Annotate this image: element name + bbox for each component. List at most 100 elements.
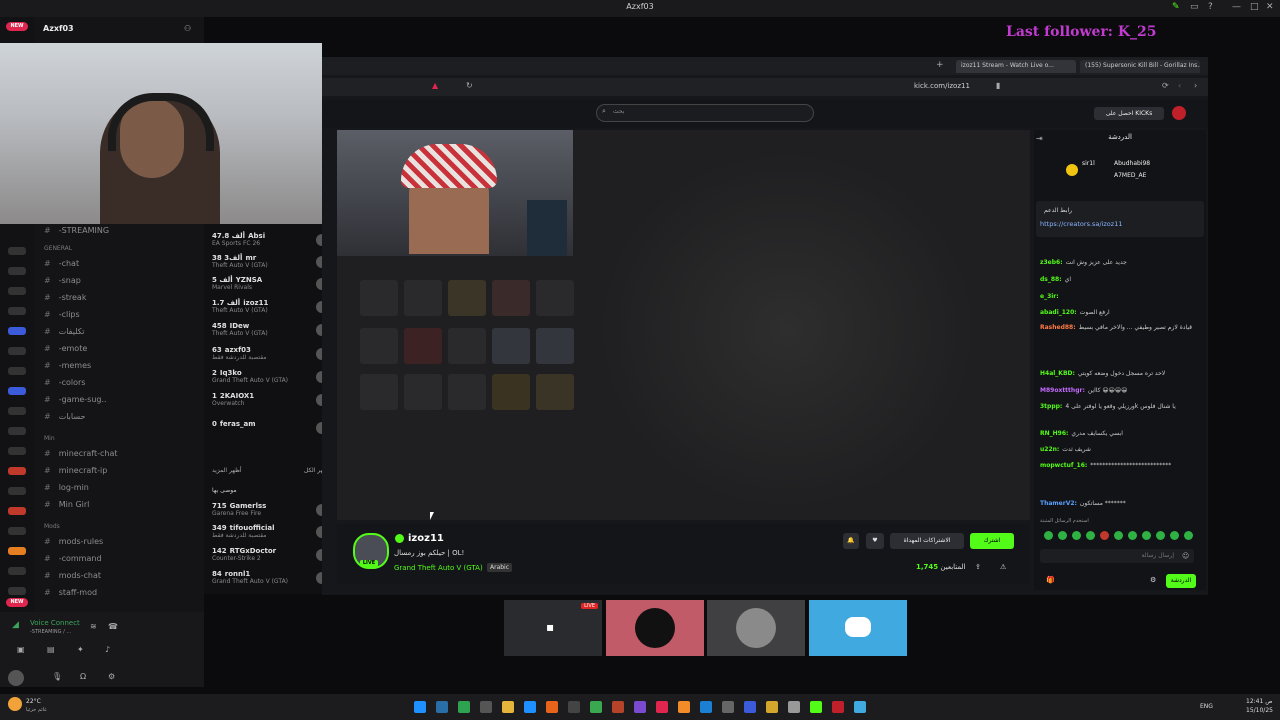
headphones-icon[interactable]: Ω — [80, 672, 86, 681]
channel-item[interactable]: # minecraft-ip — [44, 466, 107, 475]
channel-item[interactable]: # -game-sug.. — [44, 395, 107, 404]
channel-item[interactable]: # Min Girl — [44, 500, 89, 509]
taskbar-app-icon[interactable] — [656, 701, 668, 713]
app-tile-red[interactable] — [606, 600, 704, 656]
emote-icon[interactable] — [1086, 531, 1095, 540]
search-input[interactable]: بحث — [596, 104, 814, 122]
channel-item[interactable]: # log-min — [44, 483, 89, 492]
chat-username[interactable]: abadi_120: — [1040, 309, 1077, 316]
channel-item[interactable]: # -STREAMING — [44, 226, 109, 235]
pinned-link[interactable]: https://creators.sa/izoz11 — [1040, 220, 1122, 228]
new-tab-icon[interactable]: + — [936, 60, 944, 70]
mic-icon[interactable]: 🎙 — [52, 672, 62, 681]
channel-item[interactable]: # -command — [44, 554, 102, 563]
server-icon[interactable] — [8, 487, 26, 495]
taskbar-app-icon[interactable] — [744, 701, 756, 713]
taskbar-app-icon[interactable] — [480, 701, 492, 713]
profile-avatar[interactable] — [1172, 106, 1186, 120]
activities-icon[interactable]: ✦ — [77, 645, 84, 654]
report-icon[interactable]: ⚠ — [1000, 563, 1006, 571]
chat-message[interactable]: e_3ir: — [1040, 293, 1062, 300]
taskbar-app-icon[interactable] — [722, 701, 734, 713]
soundboard-icon[interactable]: ♪ — [105, 645, 110, 654]
taskbar-app-icon[interactable] — [458, 701, 470, 713]
chat-username[interactable]: RN_H96: — [1040, 430, 1068, 437]
chat-message[interactable]: abadi_120: ارفع الصوت — [1040, 309, 1110, 316]
server-icon[interactable] — [8, 547, 26, 555]
following-item[interactable]: 84 ronnl1 Grand Theft Auto V (GTA) — [212, 570, 332, 590]
channel-item[interactable]: # تكليفات — [44, 327, 84, 336]
language-indicator[interactable]: ENG — [1200, 703, 1213, 710]
emote-icon[interactable] — [1170, 531, 1179, 540]
following-item[interactable]: 1.7 ألف izoz11 Theft Auto V (GTA) — [212, 299, 332, 319]
server-icon[interactable] — [8, 447, 26, 455]
camera-icon[interactable]: ▣ — [17, 645, 25, 654]
taskbar-app-icon[interactable] — [832, 701, 844, 713]
chat-username[interactable]: M89oxttthgr: — [1040, 387, 1085, 394]
emote-icon[interactable] — [1072, 531, 1081, 540]
chat-message[interactable]: ThamerV2: مساتكون ******* — [1040, 500, 1126, 507]
channel-item[interactable]: # mods-rules — [44, 537, 103, 546]
server-icon[interactable] — [8, 307, 26, 315]
chat-message[interactable]: RN_H96: ابسي يكسايف مدري — [1040, 430, 1123, 437]
following-item[interactable]: 0 feras_am — [212, 420, 332, 440]
heart-follow-icon[interactable]: ♥ — [866, 533, 884, 549]
app-tile-stream-preview[interactable]: LIVE ▪ — [504, 600, 602, 656]
chat-username[interactable]: H4al_KBD: — [1040, 370, 1075, 377]
chat-send-button[interactable]: الدردشة — [1166, 574, 1196, 588]
disconnect-icon[interactable]: ☎ — [108, 622, 118, 631]
server-icon[interactable] — [8, 567, 26, 575]
refresh-icon[interactable]: ⟳ — [1162, 81, 1169, 90]
server-icon[interactable] — [8, 367, 26, 375]
chat-username[interactable]: e_3ir: — [1040, 293, 1059, 300]
emote-icon[interactable] — [1044, 531, 1053, 540]
url-field[interactable]: kick.com/izoz11 — [914, 82, 970, 90]
chat-settings-icon[interactable]: ⚙ — [1150, 576, 1156, 584]
server-icon[interactable] — [8, 247, 26, 255]
chat-message[interactable]: H4al_KBD: لاحد تره مسجل دخول وضعه كويتي — [1040, 370, 1165, 377]
extension-icon[interactable]: ✎ — [1172, 2, 1180, 12]
clock-date[interactable]: 15/10/25 — [1246, 707, 1273, 714]
noise-icon[interactable]: ≋ — [90, 622, 97, 631]
channel-item[interactable]: # minecraft-chat — [44, 449, 118, 458]
taskbar-app-icon[interactable] — [634, 701, 646, 713]
taskbar-app-icon[interactable] — [502, 701, 514, 713]
channel-item[interactable]: # -emote — [44, 344, 87, 353]
server-icon[interactable] — [8, 287, 26, 295]
settings-gear-icon[interactable]: ⚙ — [108, 672, 115, 681]
following-item[interactable]: 63 azxf03 مقتصبة للدردشة فقط — [212, 346, 332, 366]
start-icon[interactable] — [414, 701, 426, 713]
following-item[interactable]: 5 ألف YZNSA Marvel Rivals — [212, 276, 332, 296]
taskbar-app-icon[interactable] — [436, 701, 448, 713]
emote-icon[interactable] — [1128, 531, 1137, 540]
bookmark-icon[interactable]: ▮ — [996, 81, 1000, 90]
emote-icon[interactable] — [1114, 531, 1123, 540]
category-general[interactable]: GENERAL — [44, 245, 72, 252]
server-icon[interactable] — [8, 347, 26, 355]
stream-category[interactable]: Grand Theft Auto V (GTA) — [394, 564, 483, 572]
chat-message[interactable]: Rashed88: قيادة لازم تصير وطيفي ... والاخ… — [1040, 324, 1192, 331]
stream-language-tag[interactable]: Arabic — [487, 563, 513, 572]
gift-icon[interactable]: 🎁 — [1046, 576, 1055, 584]
server-icon[interactable] — [8, 467, 26, 475]
taskbar-app-icon[interactable] — [568, 701, 580, 713]
taskbar-app-icon[interactable] — [612, 701, 624, 713]
chat-input[interactable]: إرسال رسالة — [1040, 549, 1194, 563]
tab-youtube[interactable]: (155) Supersonic Kill Bill - Gorillaz In… — [1080, 60, 1200, 73]
streamer-name[interactable]: izoz11 — [408, 533, 444, 544]
forward-icon[interactable]: › — [1194, 81, 1197, 90]
server-name[interactable]: Azxf03 — [43, 24, 74, 33]
user-avatar[interactable] — [8, 670, 24, 686]
help-icon[interactable]: ? — [1208, 2, 1213, 12]
taskbar-app-icon[interactable] — [788, 701, 800, 713]
chat-message[interactable]: ds_88: اي — [1040, 276, 1071, 283]
channel-item[interactable]: # mods-chat — [44, 571, 101, 580]
maximize-button[interactable]: □ — [1250, 2, 1259, 12]
channel-item[interactable]: # حسابات — [44, 412, 85, 421]
channel-item[interactable]: # -memes — [44, 361, 91, 370]
screen-share-icon[interactable]: ▤ — [47, 645, 55, 654]
server-icon[interactable] — [8, 427, 26, 435]
channel-item[interactable]: # -chat — [44, 259, 79, 268]
brave-shield-icon[interactable]: ▲ — [432, 81, 438, 90]
category-min[interactable]: Min — [44, 435, 55, 442]
